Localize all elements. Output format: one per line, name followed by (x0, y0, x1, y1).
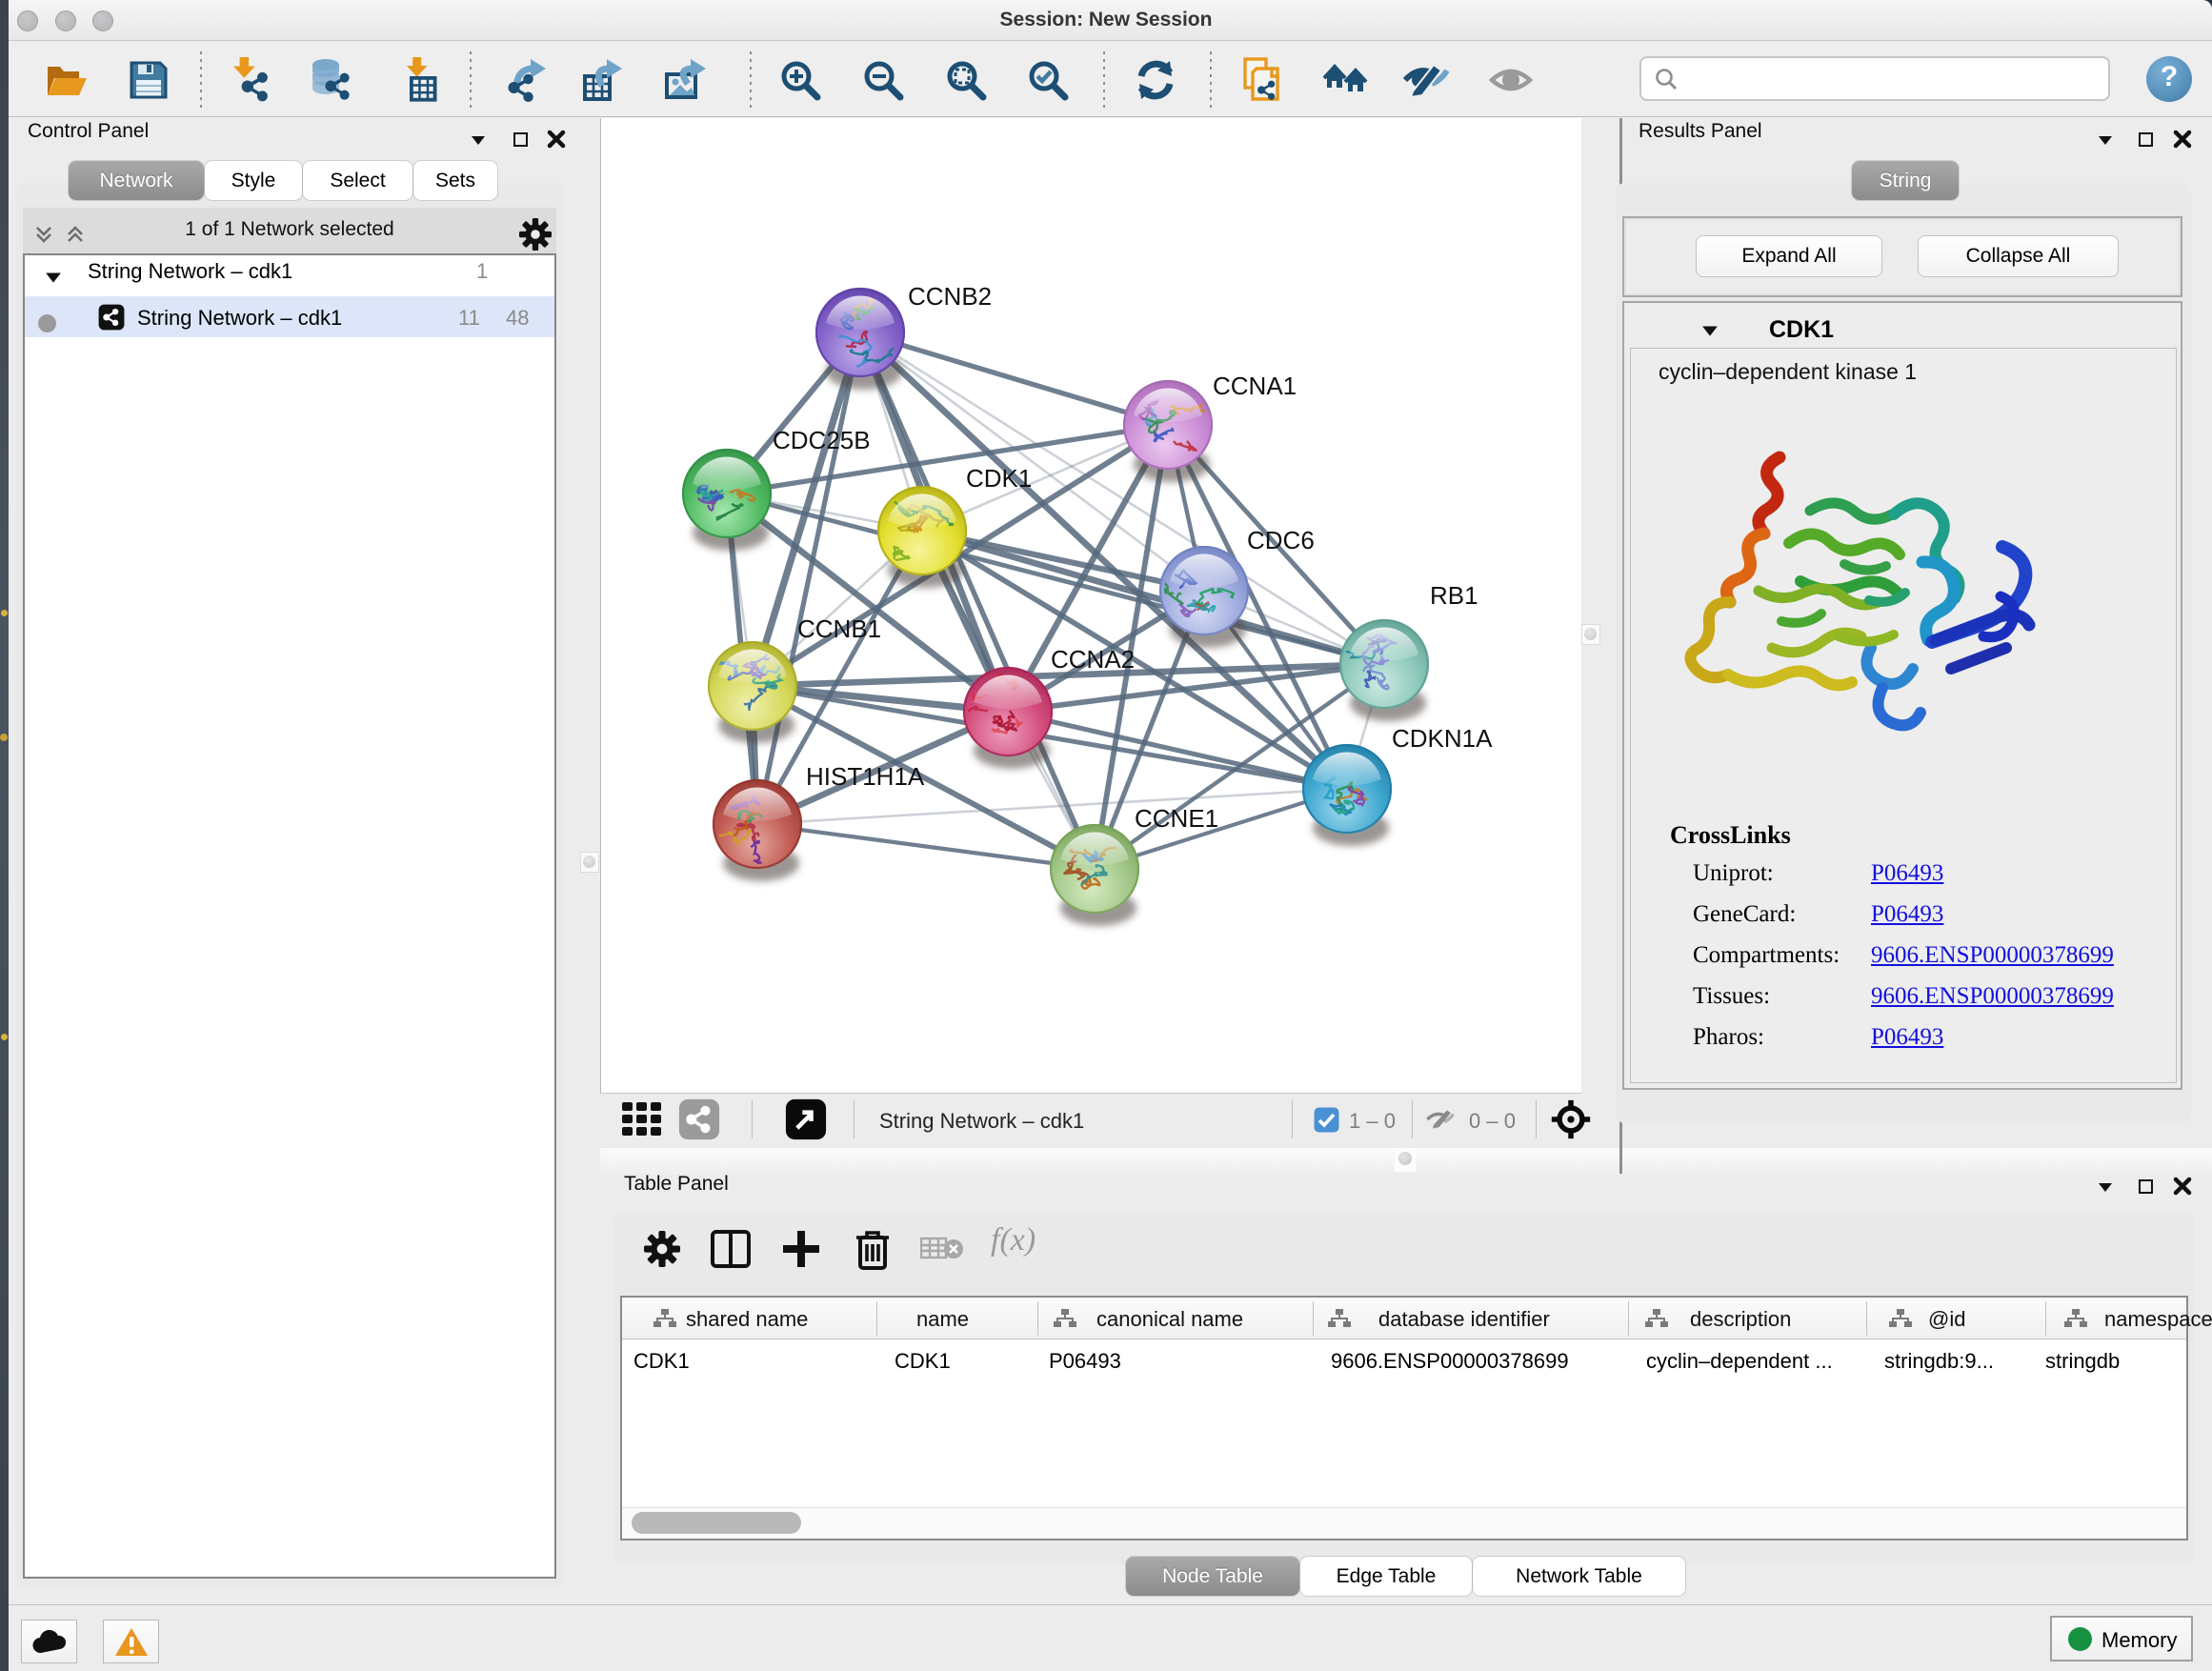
svg-text:CDC6: CDC6 (1247, 526, 1315, 554)
svg-text:CCNA2: CCNA2 (1051, 645, 1135, 674)
svg-text:CDK1: CDK1 (966, 464, 1032, 493)
svg-text:CCNE1: CCNE1 (1135, 804, 1218, 833)
svg-text:HIST1H1A: HIST1H1A (806, 762, 925, 791)
svg-text:CCNB1: CCNB1 (797, 614, 881, 643)
svg-text:CCNA1: CCNA1 (1213, 372, 1297, 400)
svg-text:RB1: RB1 (1430, 581, 1478, 610)
svg-text:CDKN1A: CDKN1A (1392, 724, 1493, 753)
svg-text:CCNB2: CCNB2 (908, 282, 992, 311)
svg-text:CDC25B: CDC25B (773, 426, 871, 454)
